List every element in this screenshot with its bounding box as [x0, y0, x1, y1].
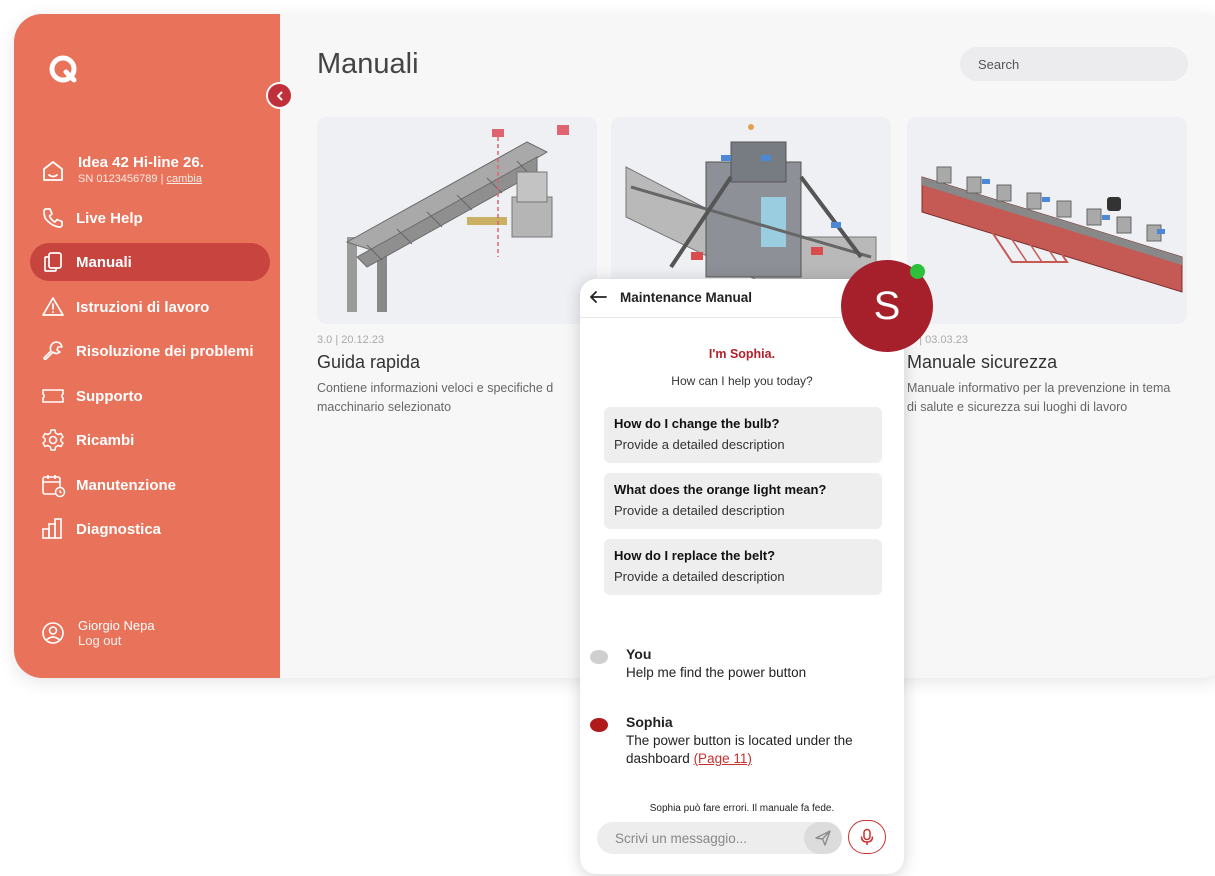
chart-icon	[42, 518, 62, 539]
manual-thumbnail-guida[interactable]	[317, 117, 597, 324]
manual-title[interactable]: Guida rapida	[317, 352, 597, 373]
user-icon	[42, 622, 64, 644]
sidebar-item-supporto[interactable]: Supporto	[30, 377, 270, 415]
user-avatar-dot	[590, 650, 608, 664]
sidebar-item-label: Manuali	[76, 253, 132, 271]
message-text: Help me find the power button	[626, 665, 807, 680]
manual-title[interactable]: Manuale sicurezza	[907, 352, 1187, 373]
user-name: Giorgio Nepa	[78, 618, 155, 633]
chat-panel: Maintenance Manual I'm Sophia. How can I…	[580, 279, 904, 874]
logout-link[interactable]: Log out	[78, 633, 155, 648]
sidebar-item-label: Ricambi	[76, 431, 135, 449]
sidebar-item-manuali[interactable]: Manuali	[30, 243, 270, 281]
manual-icon	[44, 252, 62, 272]
serial-separator: |	[157, 173, 167, 185]
manual-meta: 3.0 | 20.12.23	[317, 334, 385, 346]
suggestion-question: How do I change the bulb?	[614, 416, 780, 431]
ticket-icon	[42, 389, 64, 403]
logo	[49, 55, 77, 83]
manual-card: .0 | 03.03.23 Manuale sicurezza Manuale …	[907, 117, 1187, 417]
sidebar-item-manutenzione[interactable]: Manutenzione	[30, 466, 270, 504]
machine-illustration	[317, 117, 597, 324]
serial-number: SN 0123456789	[78, 173, 158, 185]
machine-name: Idea 42 Hi-line 26.	[78, 154, 204, 171]
sidebar-item-risoluzione[interactable]: Risoluzione dei problemi	[30, 332, 270, 370]
suggestion-card[interactable]: How do I replace the belt? Provide a det…	[604, 539, 882, 595]
warning-icon	[42, 297, 64, 316]
suggestion-question: What does the orange light mean?	[614, 482, 827, 497]
change-machine-link[interactable]: cambia	[167, 173, 202, 185]
page-reference-link[interactable]: (Page 11)	[694, 751, 752, 766]
sidebar-item-label: Diagnostica	[76, 520, 162, 538]
collapse-sidebar-button[interactable]	[266, 82, 293, 109]
gear-icon	[42, 429, 64, 451]
message-sender: Sophia	[626, 714, 673, 730]
user-profile: Giorgio Nepa Log out	[40, 618, 155, 648]
send-button[interactable]	[804, 822, 842, 854]
page-title: Manuali	[317, 48, 419, 80]
microphone-button[interactable]	[848, 820, 886, 854]
calendar-icon	[42, 475, 66, 498]
sidebar-item-label: Live Help	[76, 209, 143, 227]
home-icon	[43, 161, 63, 181]
suggestion-description: Provide a detailed description	[614, 569, 785, 584]
sidebar-item-diagnostica[interactable]: Diagnostica	[30, 510, 270, 548]
suggestion-card[interactable]: How do I change the bulb? Provide a deta…	[604, 407, 882, 463]
phone-icon	[43, 208, 63, 228]
sidebar-item-live-help[interactable]: Live Help	[30, 199, 270, 237]
assistant-greeting: I'm Sophia.	[708, 347, 776, 361]
chevron-left-icon	[276, 91, 282, 100]
manual-thumbnail-sicurezza[interactable]	[907, 117, 1187, 324]
suggestion-question: How do I replace the belt?	[614, 548, 776, 563]
sidebar: Idea 42 Hi-line 26. SN 0123456789 | camb…	[14, 14, 280, 678]
back-arrow-icon[interactable]	[588, 287, 608, 307]
wrench-icon	[43, 341, 63, 361]
sidebar-item-label: Supporto	[76, 387, 143, 405]
message-sender: You	[626, 646, 652, 662]
machine-serial: SN 0123456789 | cambia	[78, 173, 204, 185]
sidebar-item-label: Istruzioni di lavoro	[76, 298, 210, 316]
assistant-subtitle: How can I help you today?	[671, 374, 813, 388]
manual-card: 3.0 | 20.12.23 Guida rapida Contiene inf…	[317, 117, 597, 417]
microphone-icon	[860, 828, 874, 845]
chat-title: Maintenance Manual	[620, 290, 753, 305]
send-icon	[815, 830, 831, 846]
manual-description: Contiene informazioni veloci e specifich…	[317, 381, 554, 414]
assistant-avatar-dot	[590, 718, 608, 732]
machine-illustration	[907, 117, 1187, 324]
manual-meta: .0 | 03.03.23	[907, 334, 968, 346]
suggestion-card[interactable]: What does the orange light mean? Provide…	[604, 473, 882, 529]
sidebar-item-label: Manutenzione	[76, 476, 176, 494]
online-status-dot	[910, 264, 925, 279]
machine-selector: Idea 42 Hi-line 26. SN 0123456789 | camb…	[40, 154, 204, 185]
suggestion-description: Provide a detailed description	[614, 503, 785, 518]
sidebar-item-label: Risoluzione dei problemi	[76, 342, 254, 360]
sidebar-item-ricambi[interactable]: Ricambi	[30, 421, 270, 459]
search-input[interactable]	[960, 47, 1188, 81]
message-text: The power button is located under the da…	[626, 732, 876, 768]
disclaimer: Sophia può fare errori. Il manuale fa fe…	[649, 803, 835, 814]
suggestion-description: Provide a detailed description	[614, 437, 785, 452]
manual-description: Manuale informativo per la prevenzione i…	[907, 381, 1171, 414]
sidebar-item-istruzioni[interactable]: Istruzioni di lavoro	[30, 288, 270, 326]
